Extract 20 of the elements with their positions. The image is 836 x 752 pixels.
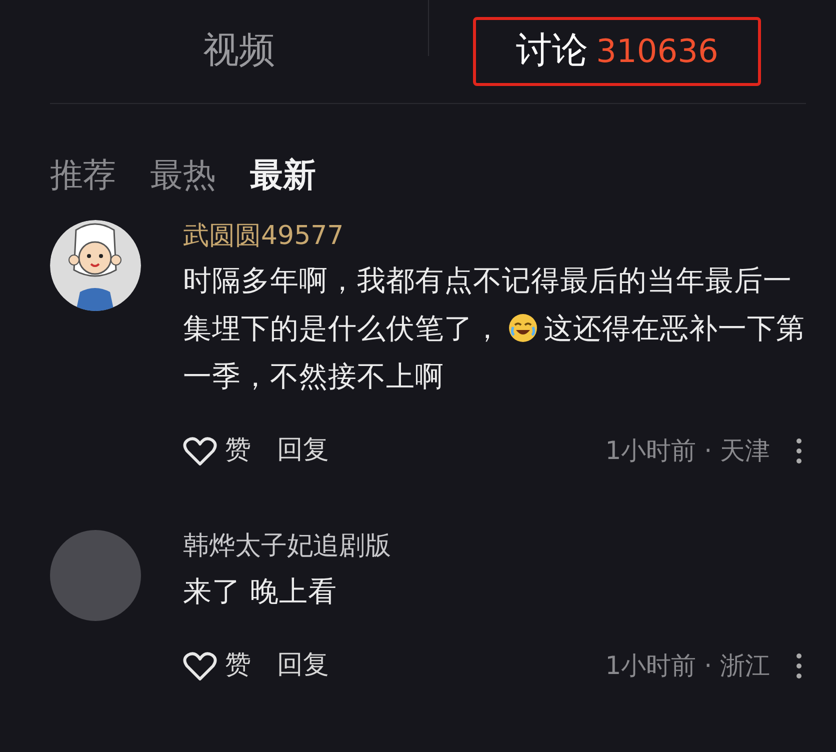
username[interactable]: 韩烨太子妃追剧版 [183,530,806,564]
tab[interactable]: 视频 [160,17,318,86]
sort-tab[interactable]: 推荐 [50,150,116,200]
reply-button[interactable]: 回复 [277,431,329,470]
comment-meta: 1小时前 · 天津 [605,435,770,468]
username[interactable]: 武圆圆49577 [183,220,806,254]
comment-meta: 1小时前 · 浙江 [605,650,770,682]
sort-tab[interactable]: 最热 [150,150,216,200]
laughing-emoji-icon [508,313,538,344]
comment-text: 来了 晚上看 [183,574,338,610]
reply-button[interactable]: 回复 [277,646,329,686]
like-button[interactable]: 赞 [183,646,251,686]
heart-icon [183,436,217,466]
more-icon [796,438,802,464]
heart-icon [183,650,217,681]
tab[interactable]: 讨论 310636 [473,17,762,86]
comment-text: 时隔多年啊，我都有点不记得最后的当年最后一集埋下的是什么伏笔了， 这还得在恶补一下第一季，不然接不上啊 [183,263,806,396]
sort-tab[interactable]: 最新 [250,150,316,200]
like-button[interactable]: 赞 [183,431,251,470]
more-icon [796,652,802,679]
